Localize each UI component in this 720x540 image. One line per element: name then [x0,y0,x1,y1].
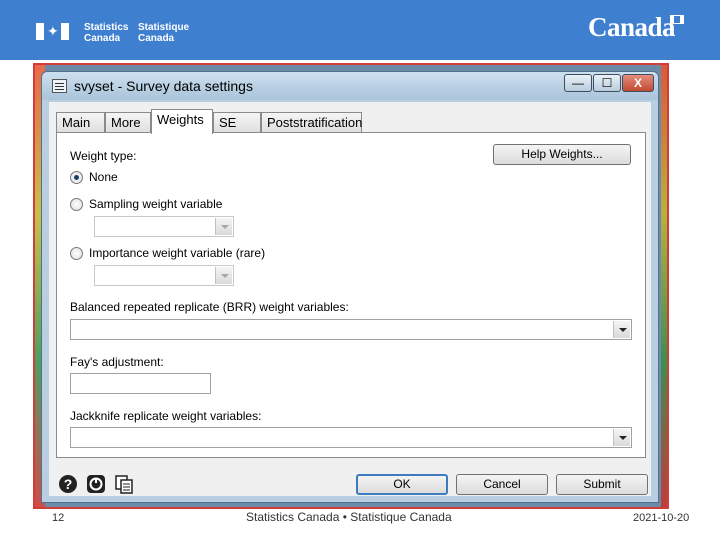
dialog-client-area: Main More Weights SE Poststratification … [49,102,651,496]
canada-flag-icon: ✦ [36,23,69,40]
chevron-down-icon [215,267,232,284]
help-weights-button[interactable]: Help Weights... [493,144,631,165]
tab-se[interactable]: SE [213,112,261,133]
page-number: 12 [52,512,65,524]
org-name-en: Statistics Canada [84,22,129,44]
svg-text:?: ? [64,476,73,492]
reset-icon[interactable] [86,474,106,494]
canada-wordmark: Canada [588,12,676,42]
minimize-button[interactable]: — [564,74,592,92]
tab-more[interactable]: More [105,112,151,133]
radio-importance-weight-label: Importance weight variable (rare) [89,246,266,260]
window-title: svyset - Survey data settings [74,78,253,94]
fay-adjustment-input[interactable] [70,373,211,394]
submit-button[interactable]: Submit [556,474,648,495]
footer-center-text: Statistics Canada • Statistique Canada [246,510,452,524]
tab-main[interactable]: Main [56,112,105,133]
weight-type-label: Weight type: [70,149,137,163]
app-icon [52,79,67,93]
slide: ✦ Statistics Canada Statistique Canada C… [0,0,720,540]
background-strip [661,65,667,507]
ok-button[interactable]: OK [356,474,448,495]
brr-weights-combo[interactable] [70,319,632,340]
close-button[interactable]: X [622,74,654,92]
jackknife-weights-combo[interactable] [70,427,632,448]
header-banner: ✦ Statistics Canada Statistique Canada C… [0,0,720,60]
svyset-dialog: svyset - Survey data settings — ☐ X Main… [41,71,659,503]
wordmark-flag-icon [670,15,684,24]
tab-weights[interactable]: Weights [151,109,213,134]
copy-icon[interactable] [114,474,134,494]
brr-label: Balanced repeated replicate (BRR) weight… [70,300,349,314]
chevron-down-icon [215,218,232,235]
radio-none-label: None [89,170,118,184]
tab-poststratification[interactable]: Poststratification [261,112,362,133]
title-bar: svyset - Survey data settings — ☐ X [42,72,658,100]
radio-sampling-weight[interactable] [70,198,83,211]
radio-sampling-weight-label: Sampling weight variable [89,197,223,211]
weights-panel: Weight type: Help Weights... None Sampli… [56,132,646,458]
importance-weight-combo[interactable] [94,265,234,286]
radio-none[interactable] [70,171,83,184]
help-icon[interactable]: ? [58,474,78,494]
chevron-down-icon [613,429,630,446]
org-name-fr: Statistique Canada [138,22,190,44]
footer-date: 2021-10-20 [633,512,690,524]
radio-importance-weight[interactable] [70,247,83,260]
jackknife-label: Jackknife replicate weight variables: [70,409,262,423]
cancel-button[interactable]: Cancel [456,474,548,495]
screenshot-frame: svyset - Survey data settings — ☐ X Main… [33,63,669,509]
chevron-down-icon [613,321,630,338]
maximize-button[interactable]: ☐ [593,74,621,92]
sampling-weight-combo[interactable] [94,216,234,237]
fay-label: Fay's adjustment: [70,355,164,369]
